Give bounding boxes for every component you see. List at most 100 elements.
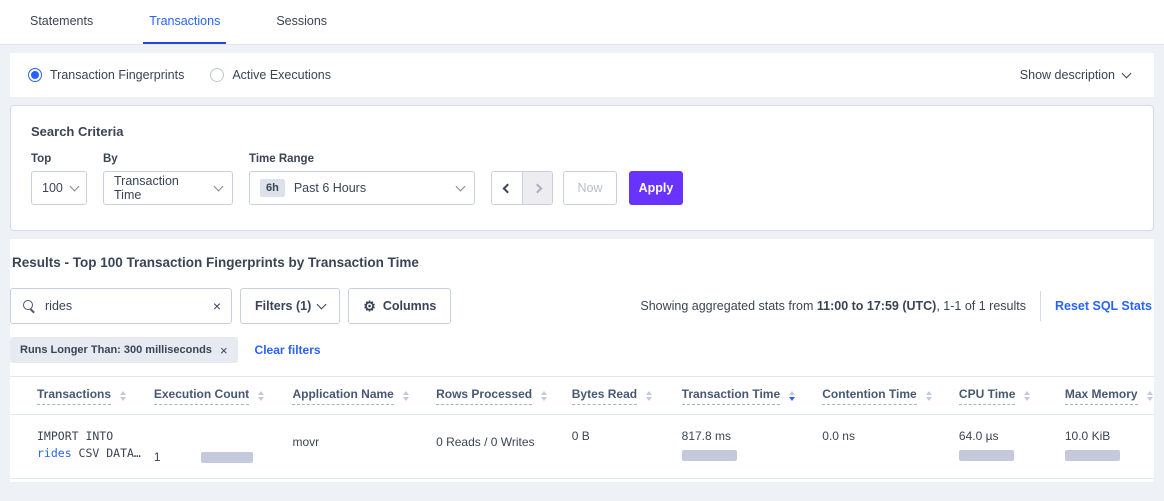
- radio-selected-icon: [28, 68, 42, 82]
- chevron-left-icon: [502, 183, 512, 193]
- time-window-arrows: [491, 171, 553, 205]
- time-range-value-group: 6h Past 6 Hours: [260, 179, 366, 197]
- sort-icon[interactable]: [926, 391, 932, 401]
- column-header-rows-processed[interactable]: Rows Processed: [436, 387, 572, 405]
- sort-up-arrow: [541, 391, 547, 395]
- search-input[interactable]: rides ×: [10, 288, 232, 324]
- show-description-label: Show description: [1020, 68, 1115, 82]
- clear-filters-link[interactable]: Clear filters: [255, 343, 321, 357]
- radio-active-executions[interactable]: Active Executions: [210, 68, 331, 82]
- cell-contention-time: 0.0 ns: [822, 415, 959, 478]
- time-range-label: Time Range: [249, 153, 475, 165]
- cell-transaction-fingerprint[interactable]: IMPORT INTO rides CSV DATA…: [37, 415, 154, 478]
- view-toggle-band: Transaction Fingerprints Active Executio…: [10, 53, 1154, 97]
- show-description-toggle[interactable]: Show description: [1020, 68, 1130, 82]
- sort-down-arrow: [1147, 397, 1153, 401]
- stats-prefix: Showing aggregated stats from: [640, 299, 817, 313]
- sort-icon[interactable]: [258, 391, 264, 401]
- column-header-label: Transaction Time: [682, 387, 780, 405]
- apply-button[interactable]: Apply: [629, 171, 683, 205]
- time-prev-button[interactable]: [492, 172, 522, 204]
- cpu-time-value: 64.0 µs: [959, 429, 1065, 443]
- column-header-transactions[interactable]: Transactions: [37, 387, 154, 405]
- column-header-transaction-time[interactable]: Transaction Time: [682, 387, 823, 405]
- search-criteria-fields: Top 100 By Transaction Time Time Range 6…: [31, 153, 1133, 205]
- reset-sql-stats-link[interactable]: Reset SQL Stats: [1055, 299, 1152, 313]
- sort-down-arrow: [1024, 397, 1030, 401]
- tab-sessions[interactable]: Sessions: [270, 0, 333, 44]
- column-header-cpu-time[interactable]: CPU Time: [959, 387, 1065, 405]
- sort-up-arrow: [789, 391, 795, 395]
- transaction-time-bar: [682, 450, 737, 461]
- column-header-label: Execution Count: [154, 387, 249, 405]
- stats-range: 11:00 to 17:59 (UTC): [817, 299, 936, 313]
- by-field: By Transaction Time: [103, 153, 233, 205]
- radio-label: Active Executions: [232, 68, 331, 82]
- active-filters-row: Runs Longer Than: 300 milliseconds × Cle…: [10, 337, 1154, 363]
- gear-icon: ⚙: [363, 298, 376, 315]
- sort-down-arrow: [646, 397, 652, 401]
- cpu-time-bar: [959, 450, 1014, 461]
- search-icon: [23, 300, 36, 313]
- sort-icon[interactable]: [646, 391, 652, 401]
- sort-up-arrow: [258, 391, 264, 395]
- tab-transactions[interactable]: Transactions: [143, 0, 226, 44]
- sort-icon[interactable]: [1147, 391, 1153, 401]
- search-criteria-title: Search Criteria: [31, 124, 1133, 139]
- chevron-down-icon: [214, 182, 224, 192]
- aggregated-stats-text: Showing aggregated stats from 11:00 to 1…: [640, 299, 1026, 313]
- clear-search-icon[interactable]: ×: [213, 299, 221, 313]
- time-range-value: Past 6 Hours: [294, 181, 366, 195]
- cell-max-memory: 10.0 KiB: [1065, 415, 1154, 478]
- column-header-label: CPU Time: [959, 387, 1015, 405]
- column-header-application-name[interactable]: Application Name: [292, 387, 436, 405]
- sort-down-arrow: [258, 397, 264, 401]
- max-memory-value: 10.0 KiB: [1065, 429, 1154, 443]
- remove-filter-icon[interactable]: ×: [220, 343, 228, 358]
- column-header-label: Rows Processed: [436, 387, 532, 405]
- by-select[interactable]: Transaction Time: [103, 171, 233, 205]
- sort-down-arrow-active: [789, 397, 795, 401]
- sort-icon[interactable]: [541, 391, 547, 401]
- results-panel: Results - Top 100 Transaction Fingerprin…: [10, 239, 1154, 482]
- cell-cpu-time: 64.0 µs: [959, 415, 1065, 478]
- sort-up-arrow: [926, 391, 932, 395]
- sort-up-arrow: [403, 391, 409, 395]
- column-header-bytes-read[interactable]: Bytes Read: [572, 387, 682, 405]
- radio-transaction-fingerprints[interactable]: Transaction Fingerprints: [28, 68, 184, 82]
- search-criteria-card: Search Criteria Top 100 By Transaction T…: [10, 105, 1154, 231]
- transactions-table: Transactions Execution Count Application…: [10, 376, 1154, 479]
- radio-label: Transaction Fingerprints: [50, 68, 184, 82]
- sort-down-arrow: [120, 397, 126, 401]
- top-label: Top: [31, 153, 87, 165]
- sort-down-arrow: [926, 397, 932, 401]
- column-header-execution-count[interactable]: Execution Count: [154, 387, 293, 405]
- sort-icon[interactable]: [403, 391, 409, 401]
- time-next-button[interactable]: [522, 172, 552, 204]
- sort-icon-active-desc[interactable]: [789, 391, 795, 401]
- sort-down-arrow: [541, 397, 547, 401]
- now-button[interactable]: Now: [563, 171, 617, 205]
- columns-button[interactable]: ⚙ Columns: [348, 288, 451, 324]
- column-header-label: Transactions: [37, 387, 111, 405]
- results-controls-row: rides × Filters (1) ⚙ Columns Showing ag…: [10, 288, 1154, 324]
- sort-icon[interactable]: [1024, 391, 1030, 401]
- by-label: By: [103, 153, 233, 165]
- column-header-label: Application Name: [292, 387, 393, 405]
- stats-suffix: , 1-1 of 1 results: [936, 299, 1026, 313]
- columns-button-label: Columns: [383, 299, 436, 313]
- chevron-down-icon: [69, 182, 79, 192]
- sort-icon[interactable]: [120, 391, 126, 401]
- chevron-down-icon: [1122, 69, 1132, 79]
- table-name-link[interactable]: rides: [37, 446, 72, 460]
- filter-pill[interactable]: Runs Longer Than: 300 milliseconds ×: [10, 337, 238, 363]
- tab-statements[interactable]: Statements: [24, 0, 99, 44]
- time-range-select[interactable]: 6h Past 6 Hours: [249, 171, 475, 205]
- filters-button[interactable]: Filters (1): [240, 288, 340, 324]
- top-select[interactable]: 100: [31, 171, 87, 205]
- sort-up-arrow: [646, 391, 652, 395]
- column-header-max-memory[interactable]: Max Memory: [1065, 387, 1154, 405]
- column-header-contention-time[interactable]: Contention Time: [822, 387, 959, 405]
- cell-execution-count: 1: [154, 415, 293, 478]
- column-header-label: Bytes Read: [572, 387, 637, 405]
